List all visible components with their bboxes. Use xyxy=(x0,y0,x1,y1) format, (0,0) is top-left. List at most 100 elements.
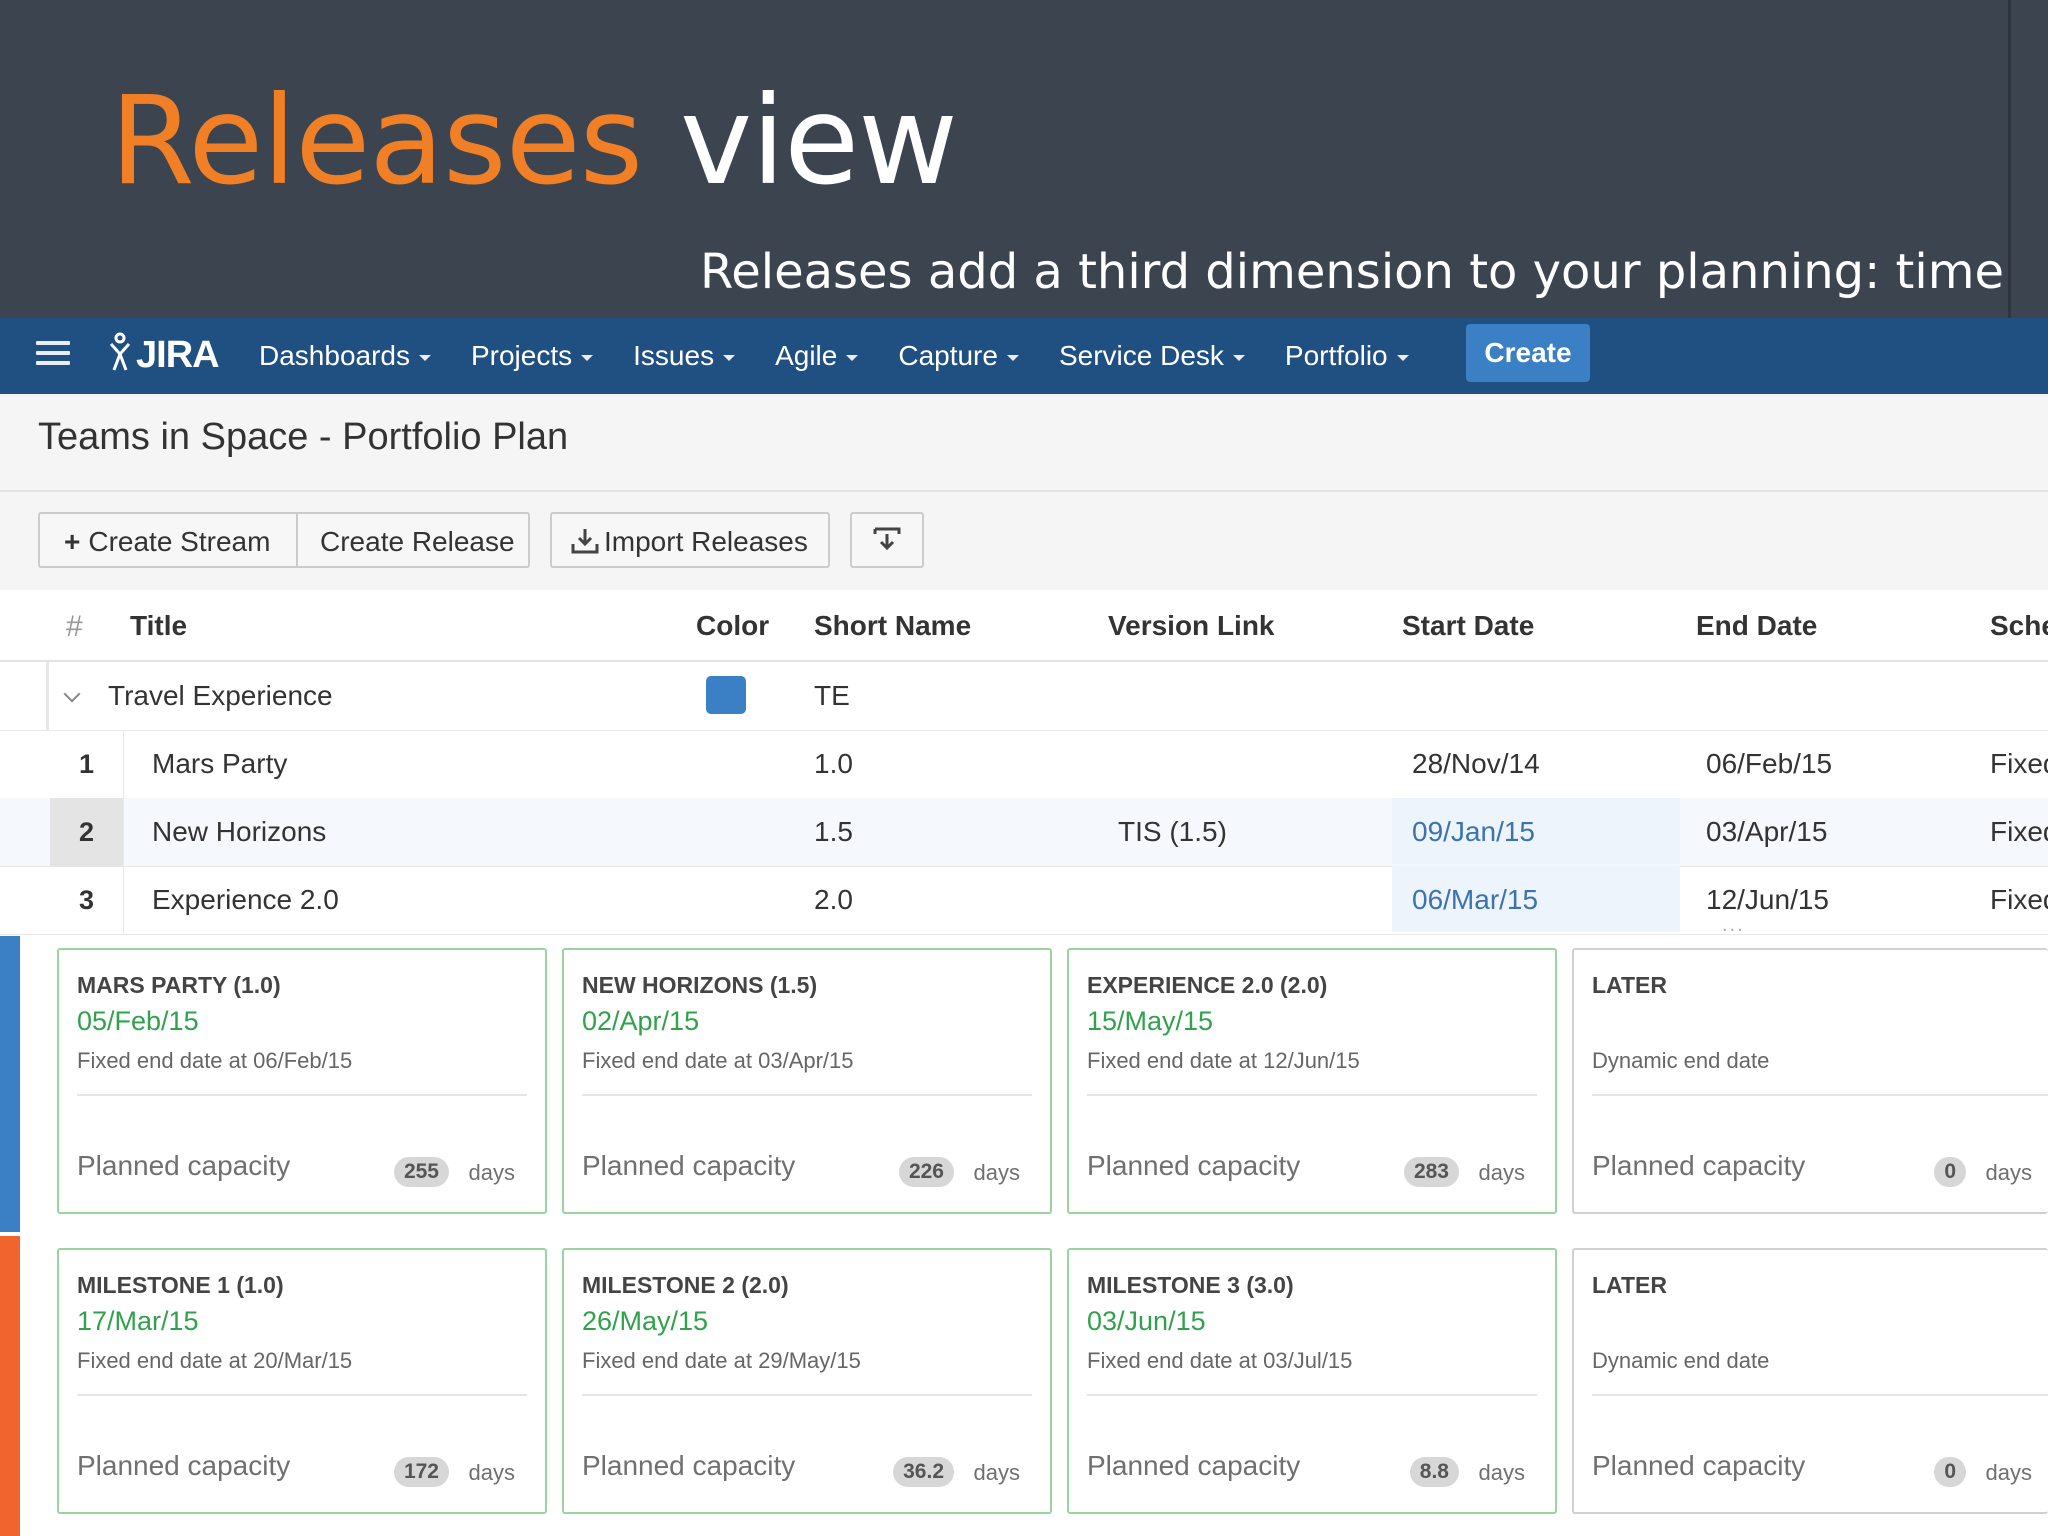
plan-header: Teams in Space - Portfolio Plan xyxy=(0,394,2048,492)
col-header-title[interactable]: Title xyxy=(130,610,187,642)
row-number: 3 xyxy=(50,866,124,934)
capacity-badge: 255 xyxy=(393,1157,449,1187)
release-card-name: MILESTONE 1 (1.0) xyxy=(77,1272,284,1298)
download-icon xyxy=(571,528,599,554)
create-stream-label: Create Stream xyxy=(88,526,271,557)
nav-item-label: Agile xyxy=(775,340,838,371)
color-swatch[interactable] xyxy=(706,676,746,714)
nav-item-projects[interactable]: Projects xyxy=(470,340,594,372)
col-header-version-link[interactable]: Version Link xyxy=(1108,610,1275,642)
capacity-badge: 0 xyxy=(1934,1157,1966,1187)
releases-table-header: # Title Color Short Name Version Link St… xyxy=(0,590,2048,662)
col-header-end-date[interactable]: End Date xyxy=(1696,610,1817,642)
nav-item-capture[interactable]: Capture xyxy=(898,340,1019,372)
plan-toolbar: + Create Stream Create Release Import Rel… xyxy=(0,492,2048,592)
nav-item-service-desk[interactable]: Service Desk xyxy=(1059,340,1245,372)
release-schedule: Fixed xyxy=(1990,748,2048,779)
page-title: Teams in Space - Portfolio Plan xyxy=(38,416,569,458)
stream-row[interactable]: Travel Experience TE xyxy=(0,662,2048,731)
release-short-name: 1.5 xyxy=(814,816,853,847)
days-label: days xyxy=(468,1160,515,1185)
chevron-down-icon xyxy=(846,354,859,361)
nav-item-label: Projects xyxy=(470,340,573,371)
release-schedule: Fixed xyxy=(1990,884,2048,915)
planned-capacity-label: Planned capacity xyxy=(1592,1450,1806,1481)
col-header-short-name[interactable]: Short Name xyxy=(814,610,971,642)
release-card-date: 26/May/15 xyxy=(582,1306,709,1336)
capacity-badge: 172 xyxy=(393,1457,449,1487)
release-card[interactable]: NEW HORIZONS (1.5) 02/Apr/15 Fixed end d… xyxy=(562,948,1052,1214)
chevron-down-icon xyxy=(581,354,594,361)
nav-item-label: Service Desk xyxy=(1058,340,1224,371)
days-label: days xyxy=(1985,1460,2032,1485)
stream-color-stripe xyxy=(0,1236,20,1536)
release-version-link[interactable]: TIS (1.5) xyxy=(1118,798,1227,866)
row-number: 1 xyxy=(50,730,124,798)
divider xyxy=(1087,1394,1537,1396)
slide-edge-divider xyxy=(2008,0,2011,318)
release-card[interactable]: MILESTONE 3 (3.0) 03/Jun/15 Fixed end da… xyxy=(1067,1248,1557,1514)
later-card[interactable]: LATER Dynamic end date Planned capacity … xyxy=(1572,1248,2048,1514)
release-title: New Horizons xyxy=(152,816,327,847)
export-button[interactable] xyxy=(850,512,924,568)
jira-logo-text[interactable]: JIRA xyxy=(136,334,220,377)
release-card[interactable]: MARS PARTY (1.0) 05/Feb/15 Fixed end dat… xyxy=(57,948,547,1214)
col-header-start-date[interactable]: Start Date xyxy=(1402,610,1534,642)
release-card-end-note: Fixed end date at 12/Jun/15 xyxy=(1087,1048,1360,1073)
chevron-down-icon xyxy=(1396,354,1409,361)
nav-item-label: Issues xyxy=(633,340,715,371)
release-card-date: 05/Feb/15 xyxy=(77,1006,199,1036)
release-start-date[interactable]: 09/Jan/15 xyxy=(1412,798,1535,866)
col-header-schedule[interactable]: Sche xyxy=(1990,610,2048,642)
jira-logo-icon xyxy=(109,332,131,371)
chevron-down-icon[interactable] xyxy=(63,685,81,703)
divider xyxy=(1592,1094,2048,1096)
release-card[interactable]: MILESTONE 1 (1.0) 17/Mar/15 Fixed end da… xyxy=(57,1248,547,1514)
create-button[interactable]: Create xyxy=(1466,324,1590,382)
plus-icon: + xyxy=(64,526,81,557)
days-label: days xyxy=(1478,1460,1525,1485)
release-card-date: 15/May/15 xyxy=(1087,1006,1214,1036)
slide-title: Releases view xyxy=(110,80,958,202)
days-label: days xyxy=(973,1160,1020,1185)
release-short-name: 1.0 xyxy=(814,748,853,779)
nav-item-label: Capture xyxy=(898,340,998,371)
slide-subtitle: Releases add a third dimension to your p… xyxy=(700,244,2004,300)
planned-capacity-label: Planned capacity xyxy=(1087,1150,1301,1181)
release-card[interactable]: MILESTONE 2 (2.0) 26/May/15 Fixed end da… xyxy=(562,1248,1052,1514)
table-row[interactable]: 2 New Horizons 1.5 TIS (1.5) 09/Jan/15 0… xyxy=(0,798,2048,867)
nav-item-portfolio[interactable]: Portfolio xyxy=(1285,340,1409,372)
top-nav: JIRA Dashboards Projects Issues Agile Ca… xyxy=(0,318,2048,394)
nav-menu: Dashboards Projects Issues Agile Capture… xyxy=(259,318,1449,394)
planned-capacity-label: Planned capacity xyxy=(77,1450,291,1481)
divider xyxy=(582,1394,1032,1396)
release-card-name: MILESTONE 2 (2.0) xyxy=(582,1272,789,1298)
days-label: days xyxy=(973,1460,1020,1485)
nav-item-dashboards[interactable]: Dashboards xyxy=(259,340,431,372)
release-short-name: 2.0 xyxy=(814,884,853,915)
chevron-down-icon xyxy=(418,354,431,361)
release-title: Mars Party xyxy=(152,748,288,779)
table-row[interactable]: 1 Mars Party 1.0 28/Nov/14 06/Feb/15 Fix… xyxy=(0,730,2048,799)
chevron-down-icon xyxy=(723,354,736,361)
nav-item-agile[interactable]: Agile xyxy=(775,340,859,372)
create-release-button[interactable]: Create Release xyxy=(296,512,530,568)
capacity-badge: 283 xyxy=(1403,1157,1459,1187)
import-releases-button[interactable]: Import Releases xyxy=(550,512,830,568)
hamburger-menu-icon[interactable] xyxy=(36,341,70,371)
release-card[interactable]: EXPERIENCE 2.0 (2.0) 15/May/15 Fixed end… xyxy=(1067,948,1557,1214)
planned-capacity-label: Planned capacity xyxy=(1087,1450,1301,1481)
capacity-badge: 226 xyxy=(898,1157,954,1187)
release-card-name: NEW HORIZONS (1.5) xyxy=(582,972,818,998)
col-header-color[interactable]: Color xyxy=(696,610,769,642)
capacity-badge: 8.8 xyxy=(1409,1457,1459,1487)
chevron-down-icon xyxy=(1232,354,1245,361)
slide-title-rest: view xyxy=(680,70,958,212)
later-card[interactable]: LATER Dynamic end date Planned capacity … xyxy=(1572,948,2048,1214)
release-title: Experience 2.0 xyxy=(152,884,339,915)
release-card-end-note: Fixed end date at 20/Mar/15 xyxy=(77,1348,353,1373)
release-start-date[interactable]: 06/Mar/15 xyxy=(1412,866,1538,934)
create-stream-button[interactable]: + Create Stream xyxy=(38,512,298,568)
chevron-down-icon xyxy=(1006,354,1019,361)
nav-item-issues[interactable]: Issues xyxy=(633,340,736,372)
